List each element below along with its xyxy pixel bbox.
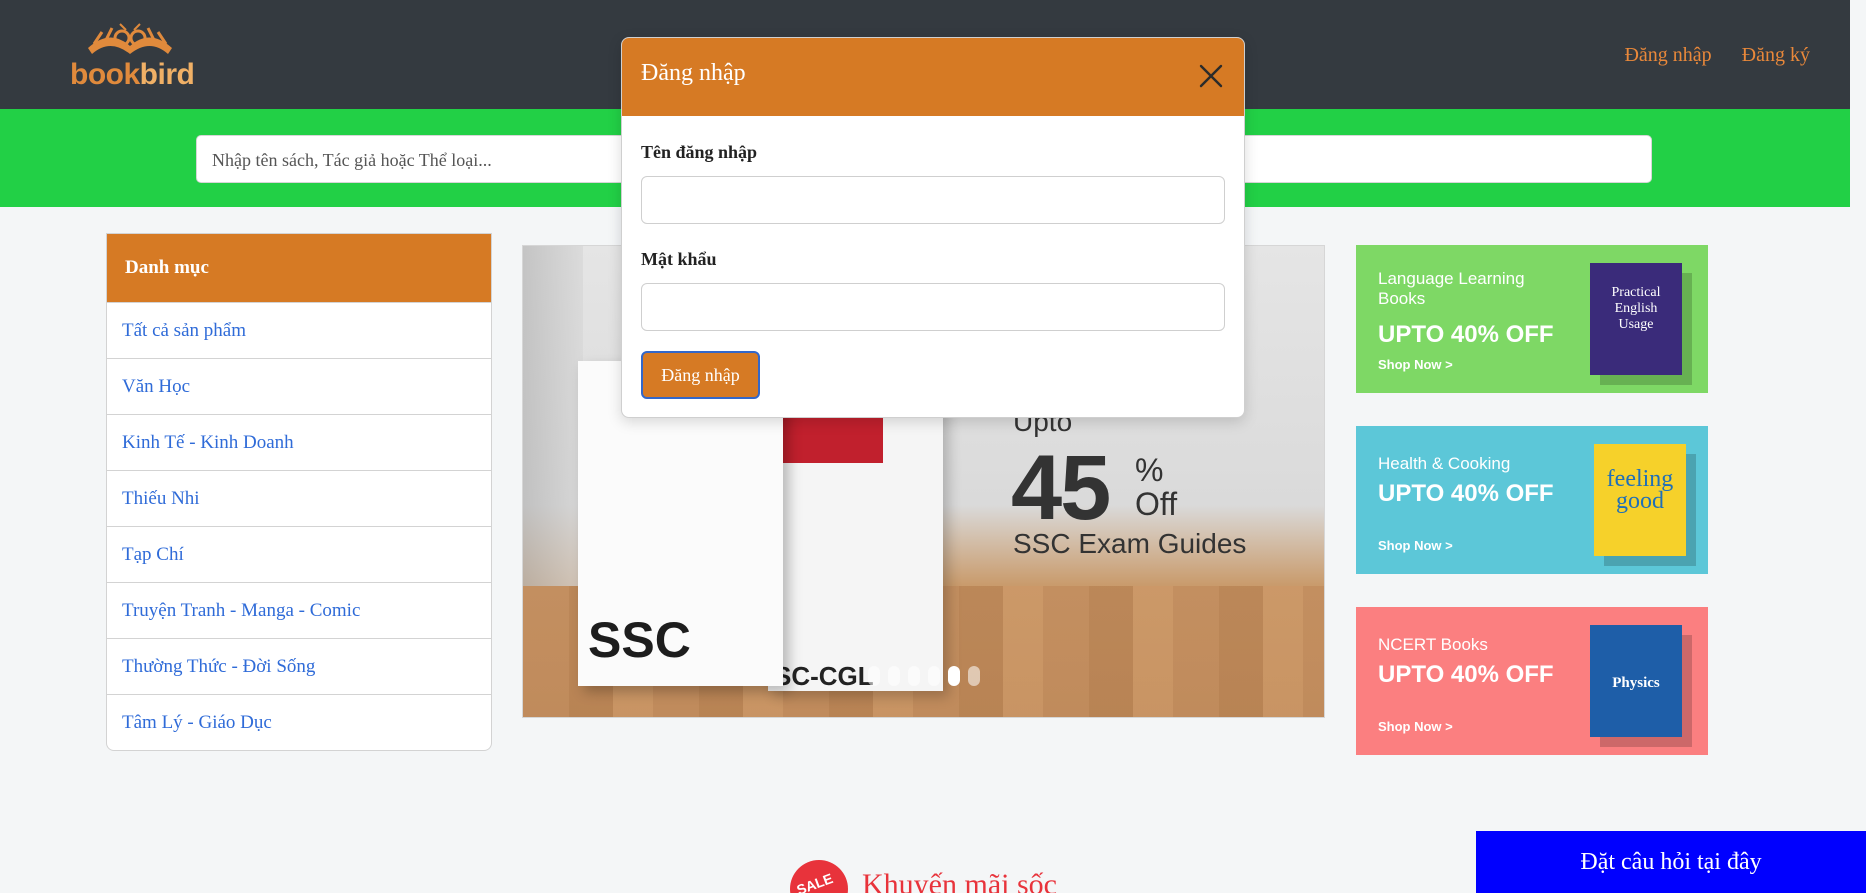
book-cover-text: Physics <box>1612 675 1660 691</box>
sidebar-item-children[interactable]: Thiếu Nhi <box>107 470 491 526</box>
register-link[interactable]: Đăng ký <box>1742 44 1810 67</box>
password-label: Mật khẩu <box>641 249 717 269</box>
carousel-dot[interactable] <box>888 666 900 686</box>
username-field[interactable] <box>641 176 1225 224</box>
book-cover-image: Practical English Usage <box>1590 263 1682 375</box>
login-submit-button[interactable]: Đăng nhập <box>641 351 760 399</box>
carousel-indicators <box>868 666 980 686</box>
login-modal: Đăng nhập Tên đăng nhập Mật khẩu Đăng nh… <box>621 37 1245 418</box>
shop-now-link[interactable]: Shop Now > <box>1378 357 1453 372</box>
password-field[interactable] <box>641 283 1225 331</box>
promo-title: NCERT Books <box>1378 635 1488 654</box>
ask-question-button[interactable]: Đặt câu hỏi tại đây <box>1476 831 1866 893</box>
username-label: Tên đăng nhập <box>641 142 758 162</box>
category-sidebar: Danh mục Tất cả sản phẩm Văn Học Kinh Tế… <box>106 233 492 751</box>
book-cover-text: Practical English Usage <box>1611 285 1661 332</box>
sidebar-item-all-products[interactable]: Tất cả sản phẩm <box>107 302 491 358</box>
sidebar-item-business[interactable]: Kinh Tế - Kinh Doanh <box>107 414 491 470</box>
promo-card-language[interactable]: Language Learning Books UPTO 40% OFF Sho… <box>1356 245 1708 393</box>
book1-title: SSC <box>588 612 691 668</box>
banner-percent: 45 <box>1011 437 1111 539</box>
book2-title: SC-CGL <box>774 661 874 691</box>
login-link[interactable]: Đăng nhập <box>1624 44 1711 67</box>
sidebar-item-magazines[interactable]: Tạp Chí <box>107 526 491 582</box>
sidebar-item-psychology[interactable]: Tâm Lý - Giáo Dục <box>107 694 491 750</box>
carousel-dot-active[interactable] <box>948 666 960 686</box>
promo-offer: UPTO 40% OFF <box>1378 480 1554 507</box>
book-cover-image: Physics <box>1590 625 1682 737</box>
category-heading: Danh mục <box>107 234 491 302</box>
banner-subtitle: SSC Exam Guides <box>1013 528 1247 559</box>
sidebar-item-comics[interactable]: Truyện Tranh - Manga - Comic <box>107 582 491 638</box>
sale-badge-text: SALE <box>794 870 835 893</box>
modal-title: Đăng nhập <box>641 60 746 86</box>
header-auth-links: Đăng nhập Đăng ký <box>1624 44 1810 67</box>
bird-book-icon <box>88 23 172 54</box>
banner-percent-sign: % <box>1135 452 1164 488</box>
promo-offer: UPTO 40% OFF <box>1378 661 1554 688</box>
logo-text-book: book <box>70 58 140 91</box>
modal-header: Đăng nhập <box>622 38 1244 116</box>
carousel-dot[interactable] <box>968 666 980 686</box>
promo-card-ncert[interactable]: NCERT Books UPTO 40% OFF Shop Now > Phys… <box>1356 607 1708 755</box>
carousel-dot[interactable] <box>868 666 880 686</box>
shop-now-link[interactable]: Shop Now > <box>1378 538 1453 553</box>
banner-off: Off <box>1135 486 1178 522</box>
sale-badge-icon: SALE <box>790 860 848 893</box>
promo-offer: UPTO 40% OFF <box>1378 321 1554 348</box>
banner-background <box>523 246 583 586</box>
logo-text: bookbird <box>70 58 195 92</box>
close-icon[interactable] <box>1196 61 1226 91</box>
logo-text-bird: bird <box>139 58 195 91</box>
ssc-cgl-book-image: SC-CGL <box>768 391 943 691</box>
shop-now-link[interactable]: Shop Now > <box>1378 719 1453 734</box>
promo-card-health[interactable]: Health & Cooking UPTO 40% OFF Shop Now >… <box>1356 426 1708 574</box>
bookbird-logo[interactable]: bookbird <box>68 18 195 92</box>
sidebar-item-literature[interactable]: Văn Học <box>107 358 491 414</box>
promo-title: Language Learning Books <box>1378 269 1525 308</box>
sidebar-item-lifestyle[interactable]: Thường Thức - Đời Sống <box>107 638 491 694</box>
hot-sale-heading: Khuyến mãi sốc <box>862 868 1057 893</box>
book-cover-image: feeling good <box>1594 444 1686 556</box>
promo-title: Health & Cooking <box>1378 454 1511 473</box>
carousel-dot[interactable] <box>928 666 940 686</box>
carousel-dot[interactable] <box>908 666 920 686</box>
book-cover-text: feeling good <box>1606 466 1674 514</box>
